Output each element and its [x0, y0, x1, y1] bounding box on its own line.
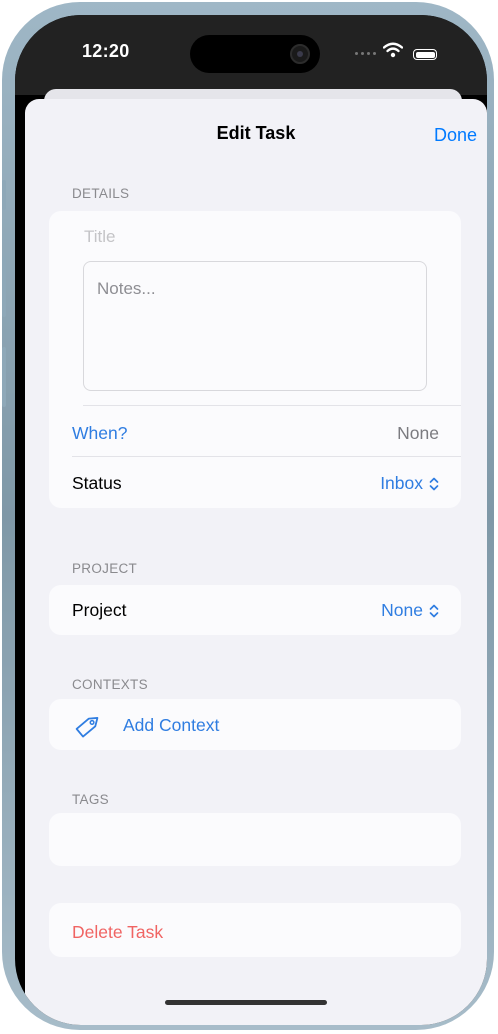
add-context-button[interactable]: Add Context: [49, 699, 461, 750]
done-button[interactable]: Done: [434, 125, 477, 146]
project-row[interactable]: Project None: [49, 585, 461, 635]
status-value: Inbox: [380, 473, 423, 493]
add-context-label: Add Context: [123, 715, 220, 735]
nav-title: Edit Task: [216, 123, 296, 143]
notes-textarea[interactable]: Notes...: [83, 261, 427, 391]
title-field[interactable]: Title: [84, 227, 116, 247]
project-label: Project: [72, 600, 127, 620]
tags-field[interactable]: [49, 813, 461, 866]
battery-icon: [413, 49, 437, 60]
volume-down-button: [2, 347, 6, 407]
phone-screen: 12:20 Edit Task Done DETAILS Title Notes…: [15, 15, 487, 1025]
chevron-up-down-icon: [429, 605, 439, 618]
separator: [83, 405, 461, 406]
tag-icon: [75, 717, 99, 738]
chevron-up-down-icon: [429, 478, 439, 491]
phone-frame: 12:20 Edit Task Done DETAILS Title Notes…: [2, 2, 494, 1030]
separator: [72, 456, 461, 457]
delete-task-label: Delete Task: [72, 922, 164, 942]
dynamic-island: [190, 35, 320, 73]
delete-task-button[interactable]: Delete Task: [49, 903, 461, 957]
volume-up-button: [2, 257, 6, 317]
details-group: Title Notes... When? None Status Inbox: [49, 211, 461, 508]
mute-switch: [2, 180, 6, 210]
notes-placeholder: Notes...: [97, 279, 156, 298]
cellular-signal-icon: [355, 52, 376, 55]
status-time: 12:20: [82, 41, 130, 61]
contexts-header: CONTEXTS: [72, 677, 148, 692]
tags-header: TAGS: [72, 792, 109, 807]
when-value: None: [397, 423, 439, 443]
status-label: Status: [72, 473, 122, 493]
status-bar: 12:20: [15, 15, 487, 95]
edit-task-sheet: Edit Task Done DETAILS Title Notes... Wh…: [25, 99, 487, 1025]
project-picker[interactable]: None: [381, 600, 439, 621]
home-indicator[interactable]: [165, 1000, 327, 1005]
project-header: PROJECT: [72, 561, 138, 576]
when-button[interactable]: When?: [72, 423, 127, 444]
project-value: None: [381, 600, 423, 620]
camera-icon: [290, 44, 310, 64]
wifi-icon: [383, 42, 403, 58]
details-header: DETAILS: [72, 186, 130, 201]
status-picker[interactable]: Inbox: [380, 473, 439, 494]
